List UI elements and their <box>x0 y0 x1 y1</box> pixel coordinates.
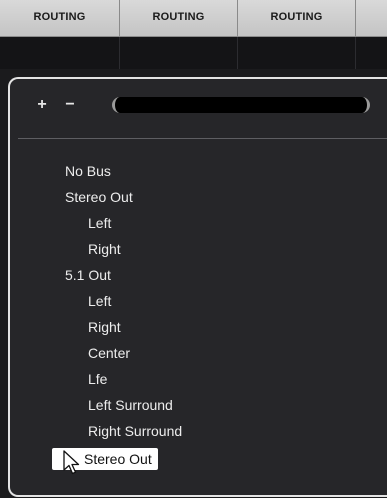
routing-column-header-1[interactable]: ROUTING <box>0 0 120 36</box>
routing-header: ROUTING ROUTING ROUTING <box>0 0 387 37</box>
list-item-right-surround[interactable]: Right Surround <box>88 420 182 442</box>
routing-column-header-overflow <box>356 0 387 36</box>
routing-column-header-3[interactable]: ROUTING <box>238 0 356 36</box>
search-field[interactable] <box>112 97 370 113</box>
list-item-lfe[interactable]: Lfe <box>88 368 107 390</box>
list-item-left-surround[interactable]: Left Surround <box>88 394 173 416</box>
routing-window: ROUTING ROUTING ROUTING + − No Bus Stere… <box>0 0 387 498</box>
remove-bus-button[interactable]: − <box>60 95 80 115</box>
routing-slot-1[interactable] <box>0 37 120 69</box>
popup-toolbar: + − <box>10 79 387 135</box>
list-item-5-1-out[interactable]: 5.1 Out <box>65 264 111 286</box>
list-item-stereo-right[interactable]: Right <box>88 238 121 260</box>
list-item-no-bus[interactable]: No Bus <box>65 160 111 182</box>
list-item-stereo-left[interactable]: Left <box>88 212 111 234</box>
list-item-stereo-out[interactable]: Stereo Out <box>65 186 133 208</box>
bus-selector-popup: + − No Bus Stereo Out Left Right 5.1 Out… <box>8 77 387 497</box>
list-item-center[interactable]: Center <box>88 342 130 364</box>
routing-slot-row <box>0 37 387 69</box>
routing-slot-3[interactable] <box>238 37 356 69</box>
mouse-pointer-icon <box>63 450 80 475</box>
routing-slot-2[interactable] <box>120 37 238 69</box>
list-item-5-1-left[interactable]: Left <box>88 290 111 312</box>
add-bus-button[interactable]: + <box>32 95 52 115</box>
popup-divider <box>18 138 387 139</box>
list-item-5-1-right[interactable]: Right <box>88 316 121 338</box>
routing-column-header-2[interactable]: ROUTING <box>120 0 238 36</box>
